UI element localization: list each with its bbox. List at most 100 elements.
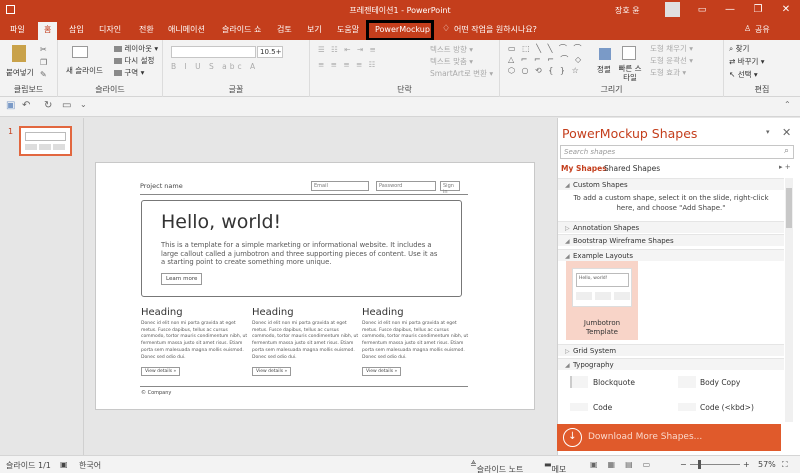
replace-label: 바꾸기: [737, 57, 759, 66]
align-text-button[interactable]: 텍스트 맞춤 ▾: [430, 56, 473, 67]
tab-home[interactable]: 홈: [38, 22, 58, 40]
paste-icon[interactable]: [12, 45, 26, 62]
layout-button[interactable]: 레이아웃 ▾: [114, 43, 158, 54]
section-label: Typography: [573, 361, 614, 369]
tab-design[interactable]: 디자인: [99, 24, 121, 35]
zoom-out-button[interactable]: −: [680, 460, 687, 469]
zoom-in-button[interactable]: +: [743, 460, 750, 469]
preview-col: [595, 292, 611, 300]
section-button[interactable]: 구역 ▾: [114, 67, 144, 78]
tab-review[interactable]: 검토: [277, 24, 292, 35]
tab-animations[interactable]: 애니메이션: [168, 24, 205, 35]
expanded-icon: ◢: [565, 362, 570, 369]
view-buttons[interactable]: ▣▦▤▭: [590, 460, 660, 469]
learn-more-button[interactable]: Learn more: [161, 273, 203, 285]
section-bootstrap[interactable]: ◢ Bootstrap Wireframe Shapes: [558, 234, 784, 246]
section-custom-shapes[interactable]: ◢ Custom Shapes: [558, 178, 784, 190]
shape-fill-button[interactable]: 도형 채우기 ▾: [650, 43, 693, 54]
collapse-ribbon-icon[interactable]: ⌃: [784, 100, 791, 109]
email-field[interactable]: Email: [311, 181, 369, 191]
proofing-icon[interactable]: ▣: [60, 460, 68, 469]
comments-button[interactable]: ▬ 메모: [544, 460, 566, 473]
fit-slide-icon[interactable]: ⛶: [782, 460, 788, 470]
restore-button[interactable]: ❐: [744, 0, 772, 20]
redo-icon[interactable]: ↻: [44, 100, 52, 111]
reset-button[interactable]: 다시 설정: [114, 55, 154, 66]
view-details-button[interactable]: View details »: [141, 367, 181, 376]
password-field[interactable]: Password: [376, 181, 436, 191]
zoom-slider-thumb[interactable]: [698, 460, 701, 469]
shapes-gallery[interactable]: ▭ ⬚ ╲ ╲ ⌒ ⌒ △ ⌐ ⌐ ⌐ ⌒ ◇ ⬡ ○ ⟲ { } ☆: [508, 43, 590, 75]
section-annotation-shapes[interactable]: ▷ Annotation Shapes: [558, 221, 784, 233]
view-details-button[interactable]: View details »: [252, 367, 292, 376]
smartart-button[interactable]: SmartArt로 변환 ▾: [430, 68, 493, 79]
select-button[interactable]: ↖ 선택 ▾: [729, 69, 758, 80]
cut-icon[interactable]: ✂: [40, 45, 47, 54]
tab-shared-shapes[interactable]: Shared Shapes: [604, 164, 660, 173]
notes-button[interactable]: ≜ 슬라이드 노트: [470, 460, 523, 473]
close-pane-icon[interactable]: ✕: [782, 126, 791, 139]
slide[interactable]: Project name Email Password Sign in Hell…: [95, 162, 535, 410]
text-direction-button[interactable]: 텍스트 방향 ▾: [430, 44, 473, 55]
pane-options-icon[interactable]: ▾: [766, 128, 770, 136]
quick-styles-button[interactable]: 빠른 스타일: [618, 64, 642, 82]
avatar[interactable]: [665, 2, 680, 17]
view-details-button[interactable]: View details »: [362, 367, 402, 376]
tab-file[interactable]: 파일: [10, 24, 25, 35]
user-name[interactable]: 장호 윤: [615, 5, 640, 16]
find-button[interactable]: ⌕ 찾기: [729, 43, 749, 54]
shape-outline-button[interactable]: 도형 윤곽선 ▾: [650, 55, 693, 66]
slide-thumbnail[interactable]: [19, 126, 72, 156]
ribbon-display-icon[interactable]: ▭: [688, 0, 716, 20]
language[interactable]: 한국어: [79, 460, 101, 471]
tab-slideshow[interactable]: 슬라이드 쇼: [222, 24, 261, 35]
shape-body-copy[interactable]: Body Copy: [700, 378, 740, 387]
tab-powermockup[interactable]: PowerMockup: [366, 20, 434, 41]
jumbotron-template-shape[interactable]: Hello, world! Jumbotron Template: [566, 261, 638, 340]
section-grid-system[interactable]: ▷ Grid System: [558, 344, 784, 356]
close-button[interactable]: ✕: [772, 0, 800, 20]
start-slideshow-icon[interactable]: ▭: [62, 100, 71, 111]
list-buttons[interactable]: ☰ ☷ ⇤ ⇥ ≡: [318, 45, 378, 54]
arrange-icon[interactable]: [599, 48, 611, 60]
section-typography[interactable]: ◢ Typography: [558, 358, 784, 370]
tab-view[interactable]: 보기: [307, 24, 322, 35]
shape-blockquote[interactable]: Blockquote: [593, 378, 635, 387]
replace-button[interactable]: ⇄ 바꾸기 ▾: [729, 56, 765, 67]
font-family-select[interactable]: [171, 46, 256, 58]
shape-code-kbd[interactable]: Code (<kbd>): [700, 403, 754, 412]
section-example-layouts[interactable]: ◢ Example Layouts: [558, 249, 784, 261]
search-shapes-input[interactable]: Search shapes ⌕: [560, 145, 794, 159]
quick-styles-icon[interactable]: [622, 46, 636, 60]
new-slide-icon[interactable]: [72, 46, 88, 58]
scrollbar-thumb[interactable]: [786, 188, 792, 228]
zoom-level[interactable]: 57%: [758, 460, 776, 469]
download-more-shapes-button[interactable]: ↓ Download More Shapes...: [557, 424, 781, 451]
font-format-buttons[interactable]: B I U S abc A: [171, 62, 258, 71]
format-painter-icon[interactable]: ✎: [40, 70, 47, 79]
paste-button[interactable]: 붙여넣기: [6, 67, 34, 78]
tab-transitions[interactable]: 전환: [139, 24, 154, 35]
align-buttons[interactable]: ≡ ≡ ≡ ≡ ☷: [318, 60, 377, 69]
save-icon[interactable]: ▣: [6, 100, 15, 111]
font-size-select[interactable]: 10.5+: [257, 46, 283, 58]
tab-insert[interactable]: 삽입: [69, 24, 84, 35]
share-icon[interactable]: ♙: [744, 24, 751, 33]
shape-effects-button[interactable]: 도형 효과 ▾: [650, 67, 686, 78]
tell-me-search[interactable]: 어떤 작업을 원하시나요?: [454, 24, 537, 35]
pane-menu-icon[interactable]: ▸ +: [779, 163, 791, 171]
signin-button[interactable]: Sign in: [440, 181, 460, 195]
new-slide-button[interactable]: 새 슬라이드: [66, 65, 103, 76]
pane-scrollbar[interactable]: [785, 178, 793, 422]
minimize-button[interactable]: —: [716, 0, 744, 20]
group-label-clipboard: 클립보드: [13, 85, 44, 94]
tab-my-shapes[interactable]: My Shapes: [561, 164, 607, 173]
share-button[interactable]: 공유: [755, 24, 770, 35]
shape-code[interactable]: Code: [593, 403, 612, 412]
tab-help[interactable]: 도움말: [337, 24, 359, 35]
section-label: Custom Shapes: [573, 181, 628, 189]
undo-icon[interactable]: ↶: [22, 100, 30, 111]
customize-qat-icon[interactable]: ⌄: [80, 100, 87, 109]
arrange-button[interactable]: 정렬: [597, 64, 611, 75]
copy-icon[interactable]: ❐: [40, 58, 47, 67]
